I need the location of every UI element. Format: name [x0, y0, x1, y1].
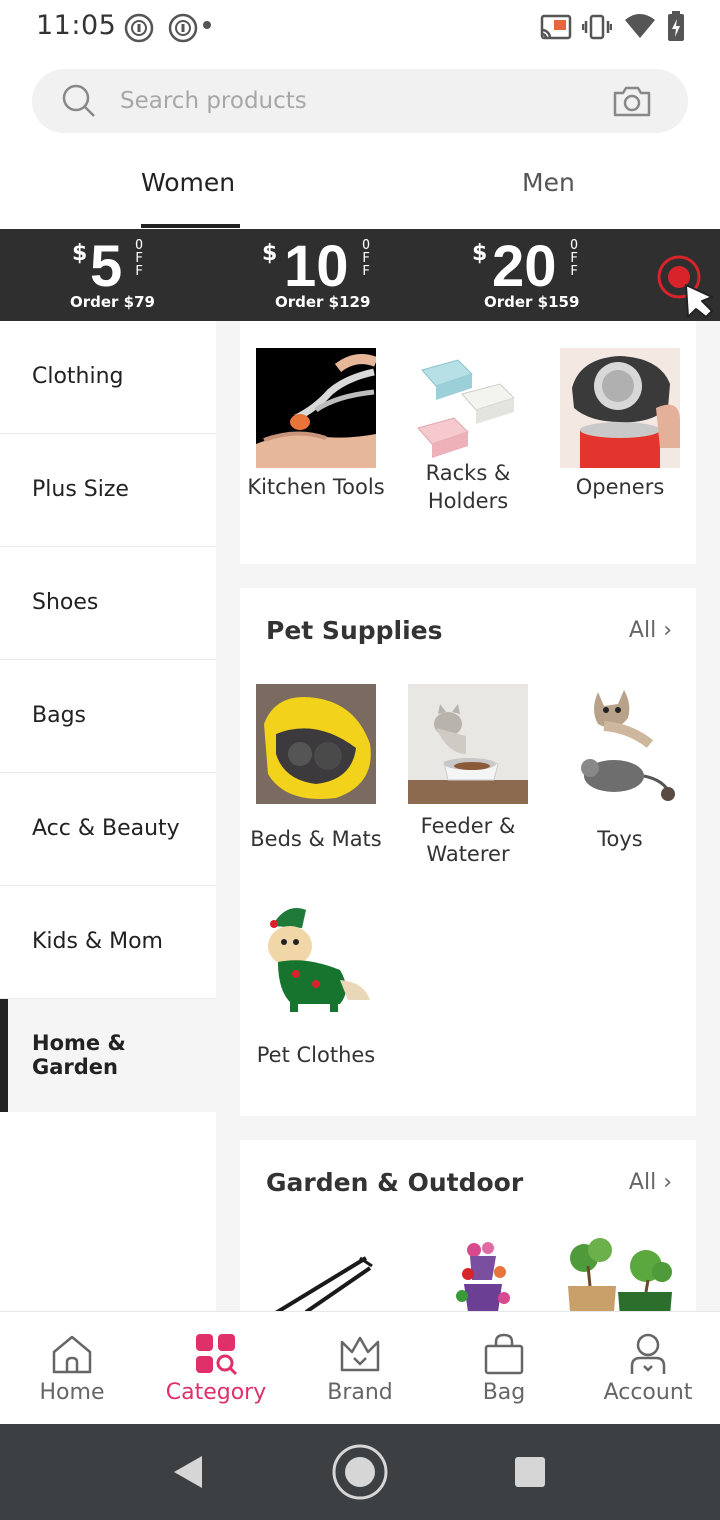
can-opener-image[interactable]	[560, 348, 680, 468]
active-indicator	[0, 999, 8, 1112]
bottom-nav: Home Category Brand Bag Account	[0, 1311, 720, 1424]
category-icon	[196, 1334, 238, 1376]
coupon-off-text: OFF	[570, 238, 578, 279]
category-label: Feeder & Waterer	[420, 814, 516, 866]
tab-indicator	[141, 224, 240, 228]
nav-category[interactable]: Category	[144, 1312, 288, 1425]
sidebar-item-clothing[interactable]: Clothing	[0, 321, 216, 434]
kitchen-card: Kitchen Tools Racks & Holders Openers	[240, 321, 696, 564]
alarm-badge-icon	[124, 13, 154, 43]
recents-icon[interactable]	[514, 1456, 546, 1488]
coupon-off-text: OFF	[362, 238, 370, 279]
bag-icon	[484, 1333, 524, 1375]
garden-tool-image[interactable]	[256, 1236, 376, 1311]
sidebar-item-bags[interactable]: Bags	[0, 660, 216, 773]
alarm-badge-icon	[168, 13, 198, 43]
shrimp-peeler-image[interactable]	[256, 348, 376, 468]
category-content: Kitchen Tools Racks & Holders Openers Pe…	[216, 321, 720, 1311]
wifi-icon	[625, 14, 655, 38]
sidebar-item-label: Shoes	[32, 590, 99, 615]
mouse-toy-image[interactable]	[560, 684, 680, 804]
dog-elf-costume-image[interactable]	[256, 900, 376, 1020]
battery-charging-icon	[668, 11, 684, 41]
sidebar-item-shoes[interactable]: Shoes	[0, 547, 216, 660]
nav-brand[interactable]: Brand	[288, 1312, 432, 1425]
search-icon	[62, 84, 95, 117]
coupon-amount: 10	[284, 234, 349, 299]
category-label: Openers	[575, 475, 665, 499]
coupon-currency: $	[262, 241, 278, 266]
nav-home[interactable]: Home	[0, 1312, 144, 1425]
category-label: Toys	[597, 827, 643, 851]
coupon-condition: Order $129	[275, 293, 371, 311]
cast-icon	[540, 14, 572, 40]
grow-bag-image[interactable]	[560, 1236, 680, 1311]
sidebar-item-acc-beauty[interactable]: Acc & Beauty	[0, 773, 216, 886]
see-all-label: All	[628, 1170, 657, 1195]
back-icon[interactable]	[170, 1454, 206, 1490]
coupon-10-off[interactable]: $ 10 OFF Order $129	[260, 229, 410, 321]
camera-icon[interactable]	[612, 84, 652, 118]
tab-men[interactable]: Men	[522, 168, 575, 197]
sidebar-item-label: Home & Garden	[32, 1031, 126, 1079]
see-all-link[interactable]: All ›	[629, 618, 672, 643]
nav-label: Bag	[482, 1380, 526, 1405]
coupon-5-off[interactable]: $ 5 OFF Order $79	[68, 229, 218, 321]
coupon-currency: $	[72, 241, 88, 266]
see-all-link[interactable]: All ›	[629, 1170, 672, 1195]
coupon-amount: 5	[90, 234, 123, 299]
sidebar-item-label: Bags	[32, 703, 87, 728]
section-title: Pet Supplies	[266, 616, 443, 645]
status-time: 11:05	[36, 10, 117, 41]
garden-outdoor-card: Garden & Outdoor All ›	[240, 1140, 696, 1311]
nav-label: Category	[165, 1380, 267, 1405]
see-all-label: All	[628, 618, 657, 643]
record-button-icon[interactable]	[652, 253, 718, 319]
nav-label: Home	[39, 1380, 105, 1405]
sidebar-item-home-garden[interactable]: Home & Garden	[0, 999, 216, 1112]
coupon-amount: 20	[492, 234, 557, 299]
sidebar-item-plus-size[interactable]: Plus Size	[0, 434, 216, 547]
chevron-right-icon: ›	[663, 1170, 672, 1195]
chevron-right-icon: ›	[663, 618, 672, 643]
vibrate-icon	[582, 14, 612, 40]
coupon-condition: Order $159	[484, 293, 580, 311]
sidebar-item-label: Acc & Beauty	[32, 816, 180, 841]
nav-label: Brand	[327, 1380, 393, 1405]
nav-label: Account	[603, 1380, 693, 1405]
cat-feeder-image[interactable]	[408, 684, 528, 804]
drawer-rack-image[interactable]	[408, 348, 528, 468]
home-icon	[52, 1335, 92, 1374]
coupon-condition: Order $79	[70, 293, 155, 311]
nav-account[interactable]: Account	[576, 1312, 720, 1425]
category-label: Pet Clothes	[256, 1043, 376, 1067]
flower-tower-image[interactable]	[408, 1236, 528, 1311]
promo-banner[interactable]: $ 5 OFF Order $79 $ 10 OFF Order $129 $ …	[0, 229, 720, 321]
search-bar[interactable]	[32, 69, 688, 133]
category-sidebar: Clothing Plus Size Shoes Bags Acc & Beau…	[0, 321, 216, 1311]
home-circle-icon[interactable]	[330, 1442, 390, 1502]
category-label: Racks & Holders	[425, 461, 511, 513]
system-nav-bar	[0, 1424, 720, 1520]
nav-bag[interactable]: Bag	[432, 1312, 576, 1425]
search-input[interactable]	[120, 69, 580, 133]
user-icon	[630, 1333, 666, 1374]
coupon-off-text: OFF	[135, 238, 143, 279]
banana-bed-image[interactable]	[256, 684, 376, 804]
coupon-currency: $	[472, 241, 488, 266]
notification-dot-icon	[203, 21, 211, 29]
sidebar-item-label: Kids & Mom	[32, 929, 163, 954]
sidebar-item-label: Plus Size	[32, 477, 129, 502]
sidebar-item-label: Clothing	[32, 364, 124, 389]
category-label: Kitchen Tools	[247, 475, 385, 499]
section-title: Garden & Outdoor	[266, 1168, 524, 1197]
category-label: Beds & Mats	[250, 827, 382, 851]
sidebar-item-kids-mom[interactable]: Kids & Mom	[0, 886, 216, 999]
crown-icon	[340, 1336, 380, 1372]
status-bar: 11:05	[0, 0, 720, 54]
pet-supplies-card: Pet Supplies All › Beds & Mats Feeder & …	[240, 588, 696, 1116]
tab-women[interactable]: Women	[141, 168, 235, 197]
coupon-20-off[interactable]: $ 20 OFF Order $159	[470, 229, 620, 321]
